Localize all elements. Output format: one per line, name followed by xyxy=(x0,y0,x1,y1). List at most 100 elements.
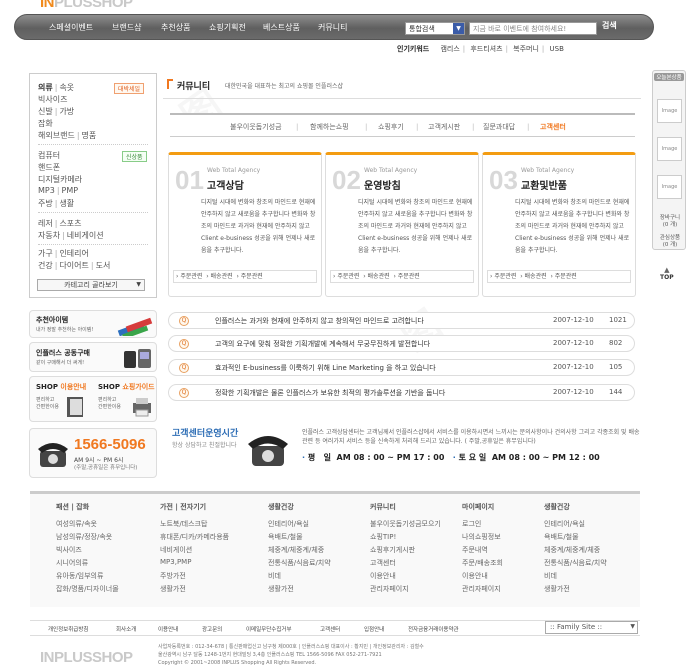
category-link[interactable]: 가구 xyxy=(38,249,53,258)
panel-link[interactable]: 배송관련 xyxy=(211,273,233,280)
footer-link[interactable]: 입점안내 xyxy=(364,625,384,633)
category-link[interactable]: PMP xyxy=(62,186,79,195)
category-link[interactable]: 자동차 xyxy=(38,231,60,240)
recommended-item-banner[interactable]: 추천아이템 내가 정말 추천하는 아이템! xyxy=(29,310,157,338)
keyword-link[interactable]: 캠리스 xyxy=(440,45,459,53)
category-link[interactable]: 도서 xyxy=(96,261,111,270)
shopping-guide-link[interactable]: SHOP 쇼핑가이드 xyxy=(98,382,155,392)
keyword-link[interactable]: USB xyxy=(550,45,564,53)
tab-charity[interactable]: 불우이웃돕기성금 xyxy=(230,122,282,132)
recent-item-image[interactable]: Image xyxy=(657,99,682,123)
search-scope-select[interactable]: 통합검색 ▼ xyxy=(405,22,465,35)
footer-menu-link[interactable]: 비데 xyxy=(268,571,281,581)
nav-item-shopping-plan[interactable]: 쇼핑기획전 xyxy=(209,22,246,33)
keyword-link[interactable]: 복주머니 xyxy=(513,45,539,53)
category-link[interactable]: 디지털카메라 xyxy=(38,175,82,184)
category-link[interactable]: MP3 xyxy=(38,186,55,195)
panel-link[interactable]: 주문관련 xyxy=(180,273,202,280)
nav-item-best[interactable]: 베스트상품 xyxy=(263,22,300,33)
footer-menu-link[interactable]: 고객센터 xyxy=(370,558,396,568)
cart-link[interactable]: 장바구니 (0 개) xyxy=(655,215,685,229)
qna-row[interactable]: Q 효과적인 E-business를 이룩하기 위해 Line Marketin… xyxy=(168,359,635,376)
footer-menu-link[interactable]: 전통식품/식음료/치약 xyxy=(268,558,331,568)
footer-menu-link[interactable]: 유아동/임부의류 xyxy=(56,571,103,581)
footer-menu-link[interactable]: 주문/배송조회 xyxy=(462,558,503,568)
panel-link[interactable]: 주문관련 xyxy=(494,273,516,280)
footer-link[interactable]: 회사소개 xyxy=(116,625,136,633)
footer-menu-link[interactable]: 욕배트/철물 xyxy=(544,532,579,542)
qna-title[interactable]: 고객의 요구에 맞춰 정확한 기획개발에 계속해서 무궁무진하게 발전합니다 xyxy=(215,339,430,349)
footer-menu-link[interactable]: 욕배트/철물 xyxy=(268,532,303,542)
new-product-badge[interactable]: 신상품 xyxy=(122,151,147,162)
category-link[interactable]: 속옷 xyxy=(59,83,74,92)
nav-item-community[interactable]: 커뮤니티 xyxy=(318,22,347,33)
footer-menu-link[interactable]: 네비게이션 xyxy=(160,545,192,555)
family-site-select[interactable]: :: Family Site :: ▼ xyxy=(545,621,638,634)
tab-together-shopping[interactable]: 함께하는쇼핑 xyxy=(310,122,349,132)
tab-reviews[interactable]: 쇼핑후기 xyxy=(378,122,404,132)
footer-menu-link[interactable]: MP3,PMP xyxy=(160,558,191,566)
footer-menu-link[interactable]: 로그인 xyxy=(462,519,481,529)
category-link[interactable]: 주방 xyxy=(38,199,53,208)
tab-customer-center[interactable]: 고객센터 xyxy=(540,122,566,132)
search-button[interactable]: 검색 xyxy=(602,20,617,31)
footer-menu-link[interactable]: 생활가전 xyxy=(160,584,186,594)
category-select[interactable]: 카테고리 골라보기 ▼ xyxy=(37,279,145,291)
recent-item-image[interactable]: Image xyxy=(657,137,682,161)
tab-board[interactable]: 고객게시판 xyxy=(428,122,460,132)
back-to-top-button[interactable]: ▲ TOP xyxy=(660,266,674,281)
footer-menu-link[interactable]: 여성의류/속옷 xyxy=(56,519,97,529)
category-link[interactable]: 스포츠 xyxy=(59,219,81,228)
panel-link[interactable]: 주문관련 xyxy=(241,273,263,280)
footer-menu-link[interactable]: 인테리어/욕실 xyxy=(268,519,309,529)
qna-row[interactable]: Q 정확한 기획개발은 물론 인플러스가 보유한 최적의 평가솔루션을 기반을 … xyxy=(168,384,635,401)
category-link[interactable]: 인테리어 xyxy=(59,249,88,258)
nav-item-brand-shop[interactable]: 브랜드샵 xyxy=(112,22,141,33)
footer-menu-link[interactable]: 이용안내 xyxy=(462,571,488,581)
footer-link[interactable]: 전자금융거래이용약관 xyxy=(408,625,459,633)
footer-menu-link[interactable]: 나의쇼핑정보 xyxy=(462,532,501,542)
wishlist-link[interactable]: 관심상품 (0 개) xyxy=(655,235,685,249)
footer-menu-link[interactable]: 주방가전 xyxy=(160,571,186,581)
footer-link[interactable]: 이메일무단수집거부 xyxy=(246,625,292,633)
logo[interactable]: INPLUSSHOP xyxy=(40,0,133,11)
category-link[interactable]: 핸드폰 xyxy=(38,163,60,172)
category-link[interactable]: 다이어트 xyxy=(59,261,88,270)
qna-row[interactable]: Q 고객의 요구에 맞춰 정확한 기획개발에 계속해서 무궁무진하게 발전합니다… xyxy=(168,335,635,352)
panel-link[interactable]: 주문관련 xyxy=(337,273,359,280)
category-link[interactable]: 생활 xyxy=(59,199,74,208)
footer-menu-link[interactable]: 체중계/체중계/체중 xyxy=(268,545,324,555)
footer-link[interactable]: 이용안내 xyxy=(158,625,178,633)
recent-item-image[interactable]: Image xyxy=(657,175,682,199)
tab-qna[interactable]: 질문과대답 xyxy=(483,122,515,132)
nav-item-special-event[interactable]: 스페셜이벤트 xyxy=(49,22,93,33)
category-link[interactable]: 컴퓨터 xyxy=(38,151,60,160)
category-link[interactable]: 레저 xyxy=(38,219,53,228)
footer-menu-link[interactable]: 비데 xyxy=(544,571,557,581)
shop-usage-link[interactable]: SHOP 이용안내 xyxy=(36,382,86,392)
footer-menu-link[interactable]: 주문내역 xyxy=(462,545,488,555)
footer-menu-link[interactable]: 잡화/명품/디자이너몰 xyxy=(56,584,119,594)
footer-link[interactable]: 고객센터 xyxy=(320,625,340,633)
footer-menu-link[interactable]: 빅사이즈 xyxy=(56,545,82,555)
qna-row[interactable]: Q 인플러스는 과거와 현재에 안주하지 않고 창의적인 마인드로 고려합니다 … xyxy=(168,312,635,329)
panel-link[interactable]: 주문관련 xyxy=(555,273,577,280)
footer-menu-link[interactable]: 인테리어/욕실 xyxy=(544,519,585,529)
keyword-link[interactable]: 후드티셔츠 xyxy=(470,45,502,53)
footer-menu-link[interactable]: 휴대폰/디카/카메라용품 xyxy=(160,532,229,542)
footer-menu-link[interactable]: 생활가전 xyxy=(268,584,294,594)
footer-menu-link[interactable]: 불우이웃돕기성금모으기 xyxy=(370,519,441,529)
search-input[interactable]: 지금 바로 이벤트에 참여하세요! xyxy=(469,22,597,35)
category-link[interactable]: 신발 xyxy=(38,107,53,116)
qna-title[interactable]: 정확한 기획개발은 물론 인플러스가 보유한 최적의 평가솔루션을 기반을 둡니… xyxy=(215,388,445,398)
category-link[interactable]: 잡화 xyxy=(38,119,53,128)
footer-menu-link[interactable]: 관리자페이지 xyxy=(370,584,409,594)
category-link[interactable]: 가방 xyxy=(59,107,74,116)
panel-link[interactable]: 주문관련 xyxy=(398,273,420,280)
qna-title[interactable]: 효과적인 E-business를 이룩하기 위해 Line Marketing … xyxy=(215,363,436,373)
footer-menu-link[interactable]: 생활가전 xyxy=(544,584,570,594)
category-link[interactable]: 건강 xyxy=(38,261,53,270)
nav-item-recommended[interactable]: 추천상품 xyxy=(161,22,190,33)
footer-menu-link[interactable]: 체중계/체중계/체중 xyxy=(544,545,600,555)
category-link[interactable]: 명품 xyxy=(82,131,97,140)
